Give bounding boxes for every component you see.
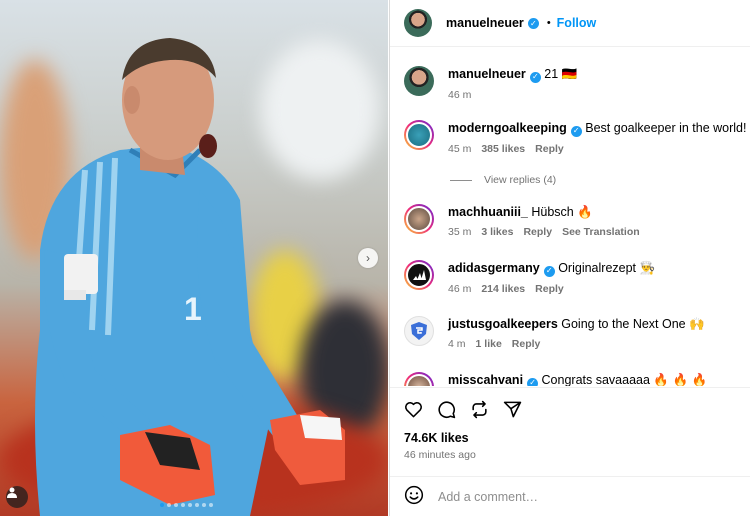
avatar[interactable] (404, 9, 432, 37)
svg-text:1: 1 (184, 291, 202, 327)
avatar[interactable] (404, 316, 434, 346)
avatar[interactable] (404, 204, 434, 234)
comment-username[interactable]: adidasgermany (448, 261, 540, 275)
comment-item: misscahvani ✓ Congrats savaaaaa 🔥 🔥 🔥 (404, 372, 707, 386)
comment-likes[interactable]: 3 likes (481, 226, 513, 238)
divider-line (450, 179, 472, 181)
comment-item: machhuaniii_ Hübsch 🔥 35 m 3 likes Reply… (404, 204, 640, 238)
view-replies-label: View replies (4) (484, 174, 557, 186)
reply-button[interactable]: Reply (512, 338, 541, 350)
shield-logo-icon (411, 322, 427, 340)
comment-username[interactable]: justusgoalkeepers (448, 317, 558, 331)
avatar[interactable] (404, 260, 434, 290)
follow-button[interactable]: Follow (557, 16, 597, 30)
post-author-username[interactable]: manuelneuer (446, 16, 524, 30)
see-translation-button[interactable]: See Translation (562, 226, 640, 238)
comment-text: Originalrezept 👨‍🍳 (558, 261, 656, 275)
comment-item: moderngoalkeeping ✓ Best goalkeeper in th… (404, 120, 746, 155)
verified-badge-icon: ✓ (570, 125, 582, 137)
comment-username[interactable]: manuelneuer (448, 67, 526, 81)
emoji-icon[interactable] (404, 485, 424, 508)
view-replies-button[interactable]: View replies (4) (450, 174, 556, 186)
caption: manuelneuer ✓ 21 🇩🇪 46 m (404, 66, 577, 101)
comment-text: Congrats savaaaaa 🔥 🔥 🔥 (541, 373, 708, 386)
post-media[interactable]: 1 › (0, 0, 388, 516)
chevron-right-icon: › (366, 251, 370, 265)
carousel-indicator (160, 503, 213, 507)
add-comment-bar: Add a comment… (390, 476, 750, 516)
comment-time[interactable]: 45 m (448, 143, 471, 155)
comment-input[interactable]: Add a comment… (438, 490, 538, 504)
verified-badge-icon: ✓ (529, 71, 541, 83)
next-image-button[interactable]: › (358, 248, 378, 268)
comment-username[interactable]: machhuaniii_ (448, 205, 528, 219)
comment-time[interactable]: 46 m (448, 283, 471, 295)
adidas-logo-icon (413, 270, 426, 280)
post-actions: 74.6K likes 46 minutes ago (390, 387, 750, 461)
tagged-users-button[interactable] (6, 486, 28, 508)
verified-badge-icon: ✓ (543, 265, 555, 277)
reply-button[interactable]: Reply (523, 226, 552, 238)
post-timestamp[interactable]: 46 minutes ago (404, 449, 737, 461)
avatar[interactable] (404, 66, 434, 96)
post-details-panel: manuelneuer ✓ • Follow manuelneuer ✓ 21 🇩… (389, 0, 750, 516)
comment-likes[interactable]: 214 likes (481, 283, 525, 295)
comment-icon[interactable] (437, 400, 456, 419)
comment-likes[interactable]: 1 like (476, 338, 502, 350)
comment-time[interactable]: 35 m (448, 226, 471, 238)
comment-text: Going to the Next One 🙌 (561, 317, 705, 331)
goalkeeper-figure: 1 (35, 38, 345, 516)
comment-username[interactable]: misscahvani (448, 373, 523, 386)
share-icon[interactable] (503, 400, 522, 419)
user-tag-icon (7, 487, 17, 498)
heart-icon[interactable] (404, 400, 423, 419)
separator-dot: • (546, 17, 551, 29)
comments-list[interactable]: manuelneuer ✓ 21 🇩🇪 46 m moderngoalkeepin… (390, 48, 750, 386)
comment-time[interactable]: 4 m (448, 338, 466, 350)
reply-button[interactable]: Reply (535, 283, 564, 295)
comment-time[interactable]: 46 m (448, 89, 471, 101)
comment-text: 21 🇩🇪 (544, 67, 578, 81)
verified-badge-icon: ✓ (527, 17, 539, 29)
comment-likes[interactable]: 385 likes (481, 143, 525, 155)
verified-badge-icon: ✓ (527, 377, 539, 386)
avatar[interactable] (404, 120, 434, 150)
avatar[interactable] (404, 372, 434, 386)
repost-icon[interactable] (470, 400, 489, 419)
comment-item: justusgoalkeepers Going to the Next One … (404, 316, 705, 350)
reply-button[interactable]: Reply (535, 143, 564, 155)
comment-item: adidasgermany ✓ Originalrezept 👨‍🍳 46 m 2… (404, 260, 655, 295)
comment-text: Hübsch 🔥 (531, 205, 593, 219)
post-header: manuelneuer ✓ • Follow (390, 0, 750, 47)
comment-text: Best goalkeeper in the world! (585, 121, 747, 135)
comment-username[interactable]: moderngoalkeeping (448, 121, 567, 135)
likes-count[interactable]: 74.6K likes (404, 431, 737, 445)
